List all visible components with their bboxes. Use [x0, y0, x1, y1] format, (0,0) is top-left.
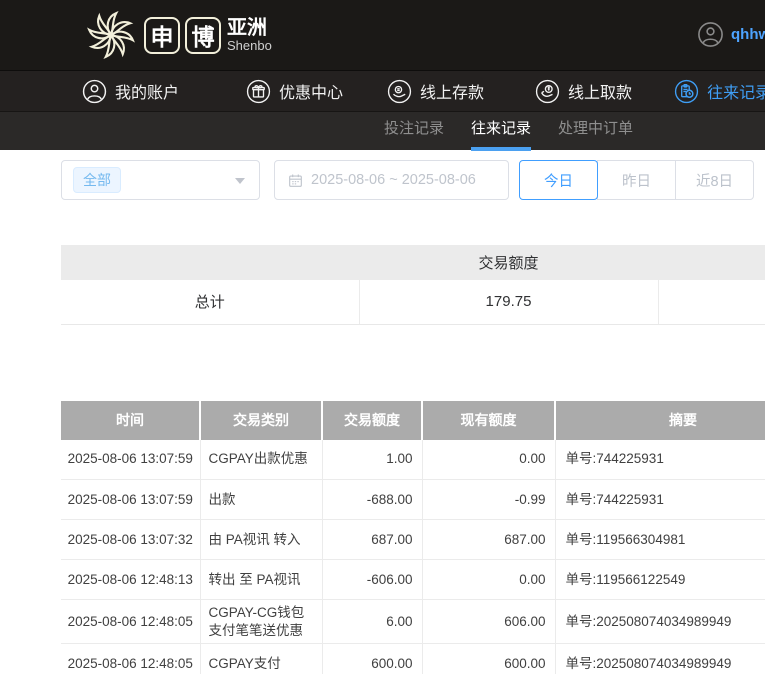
nav-item-promotions[interactable]: 优惠中心 — [246, 79, 343, 104]
logo-char-bo: 博 — [185, 16, 221, 54]
category-selected-tag[interactable]: 全部 — [73, 166, 121, 194]
col-header-summary: 摘要 — [555, 400, 765, 440]
calendar-icon — [289, 174, 302, 187]
cell-type: 由 PA视讯 转入 — [199, 519, 322, 560]
top-header: 申 博 亚洲 Shenbo qhhw — [0, 0, 765, 70]
summary-header-label: 交易额度 — [359, 245, 658, 280]
cell-time: 2025-08-06 12:48:05 — [61, 599, 200, 645]
cell-amount: 600.00 — [321, 643, 422, 674]
logo-subtitle-text: Shenbo — [227, 37, 272, 53]
withdraw-icon — [535, 79, 560, 103]
filter-bar: 全部 2025-08-06 ~ 2025-08-06 今日 昨日 近8日 — [61, 160, 765, 200]
nav-item-deposit[interactable]: 线上存款 — [387, 79, 484, 104]
cell-time: 2025-08-06 12:48:13 — [61, 559, 200, 600]
transactions-table: 时间 交易类别 交易额度 现有额度 摘要 2025-08-06 13:07:59… — [61, 400, 765, 674]
cell-amount: 6.00 — [321, 599, 422, 645]
transactions-header-row: 时间 交易类别 交易额度 现有额度 摘要 — [61, 400, 765, 440]
cell-balance: 0.00 — [421, 439, 555, 480]
nav-item-label: 往来记录 — [707, 85, 765, 102]
nav-item-label: 线上存款 — [420, 85, 485, 102]
flower-logo-icon — [87, 11, 135, 59]
table-row: 2025-08-06 13:07:59 出款 -688.00 -0.99 单号:… — [61, 479, 765, 520]
date-range-input[interactable]: 2025-08-06 ~ 2025-08-06 — [274, 160, 509, 200]
col-header-time: 时间 — [61, 400, 201, 440]
nav-item-label: 我的账户 — [115, 85, 180, 102]
cell-balance: 0.00 — [421, 559, 555, 600]
nav-item-label: 线上取款 — [568, 85, 633, 102]
table-row: 2025-08-06 12:48:05 CGPAY-CG钱包支付笔笔送优惠 6.… — [61, 599, 765, 645]
cell-amount: -688.00 — [321, 479, 422, 520]
nav-item-records[interactable]: 往来记录 — [674, 79, 765, 104]
tab-betting-records[interactable]: 投注记录 — [384, 112, 444, 151]
today-button[interactable]: 今日 — [519, 160, 598, 200]
summary-total-row: 总计 179.75 — [61, 280, 765, 325]
brand-logo[interactable]: 申 博 亚洲 Shenbo — [83, 7, 272, 63]
date-range-value: 2025-08-06 ~ 2025-08-06 — [311, 172, 476, 188]
tab-transaction-records[interactable]: 往来记录 — [471, 112, 532, 151]
user-account[interactable]: qhhw — [697, 21, 765, 48]
records-icon — [674, 79, 699, 103]
user-avatar-icon — [698, 22, 723, 47]
main-nav: 我的账户 优惠中心 线上存款 线上取款 往来记录 — [0, 70, 765, 111]
logo-char-shen: 申 — [144, 16, 180, 54]
cell-time: 2025-08-06 13:07:32 — [61, 519, 200, 560]
table-row: 2025-08-06 12:48:13 转出 至 PA视讯 -606.00 0.… — [61, 559, 765, 600]
promo-icon — [246, 79, 271, 103]
chevron-down-icon — [235, 178, 245, 184]
category-select[interactable]: 全部 — [61, 160, 260, 200]
yesterday-button[interactable]: 昨日 — [597, 160, 676, 200]
transactions-body: 2025-08-06 13:07:59 CGPAY出款优惠 1.00 0.00 … — [61, 439, 765, 674]
summary-row-label: 总计 — [61, 280, 359, 325]
col-header-balance: 现有额度 — [422, 400, 556, 440]
last-8-days-button[interactable]: 近8日 — [675, 160, 754, 200]
cell-balance: 687.00 — [421, 519, 555, 560]
cell-summary: 单号:744225931 — [554, 479, 765, 520]
cell-balance: 606.00 — [421, 599, 555, 645]
summary-table: 交易额度 总计 179.75 — [61, 245, 765, 325]
nav-item-withdraw[interactable]: 线上取款 — [535, 79, 632, 104]
page: 申 博 亚洲 Shenbo qhhw 我的账户 优惠中心 线上存款 线上取款 往… — [0, 0, 765, 674]
cell-amount: 1.00 — [321, 439, 422, 480]
cell-amount: -606.00 — [321, 559, 422, 600]
cell-summary: 单号:202508074034989949 — [554, 599, 765, 645]
cell-time: 2025-08-06 13:07:59 — [61, 479, 200, 520]
cell-type: CGPAY支付 — [199, 643, 322, 674]
nav-item-my-account[interactable]: 我的账户 — [82, 79, 179, 104]
cell-summary: 单号:744225931 — [554, 439, 765, 480]
cell-type: CGPAY出款优惠 — [199, 439, 322, 480]
cell-type: 出款 — [199, 479, 322, 520]
table-row: 2025-08-06 12:48:05 CGPAY支付 600.00 600.0… — [61, 643, 765, 674]
col-header-type: 交易类别 — [200, 400, 323, 440]
cell-summary: 单号:202508074034989949 — [554, 643, 765, 674]
cell-balance: -0.99 — [421, 479, 555, 520]
table-row: 2025-08-06 13:07:59 CGPAY出款优惠 1.00 0.00 … — [61, 439, 765, 480]
cell-summary: 单号:119566304981 — [554, 519, 765, 560]
content: 全部 2025-08-06 ~ 2025-08-06 今日 昨日 近8日 交易额… — [61, 160, 765, 674]
nav-item-label: 优惠中心 — [279, 85, 344, 102]
table-row: 2025-08-06 13:07:32 由 PA视讯 转入 687.00 687… — [61, 519, 765, 560]
tab-processing-orders[interactable]: 处理中订单 — [558, 112, 633, 151]
summary-total-value: 179.75 — [358, 280, 658, 325]
deposit-icon — [387, 79, 412, 103]
cell-type: 转出 至 PA视讯 — [199, 559, 322, 600]
cell-summary: 单号:119566122549 — [554, 559, 765, 600]
col-header-amount: 交易额度 — [322, 400, 423, 440]
cell-time: 2025-08-06 13:07:59 — [61, 439, 200, 480]
record-subtabs: 投注记录 往来记录 处理中订单 — [0, 111, 765, 151]
account-icon — [82, 79, 107, 103]
cell-balance: 600.00 — [421, 643, 555, 674]
cell-time: 2025-08-06 12:48:05 — [61, 643, 200, 674]
username-text: qhhw — [731, 26, 765, 43]
quick-date-buttons: 今日 昨日 近8日 — [519, 160, 754, 200]
cell-amount: 687.00 — [321, 519, 422, 560]
cell-type: CGPAY-CG钱包支付笔笔送优惠 — [199, 599, 322, 645]
summary-header-row: 交易额度 — [61, 245, 765, 280]
logo-region-text: 亚洲 — [227, 16, 267, 39]
